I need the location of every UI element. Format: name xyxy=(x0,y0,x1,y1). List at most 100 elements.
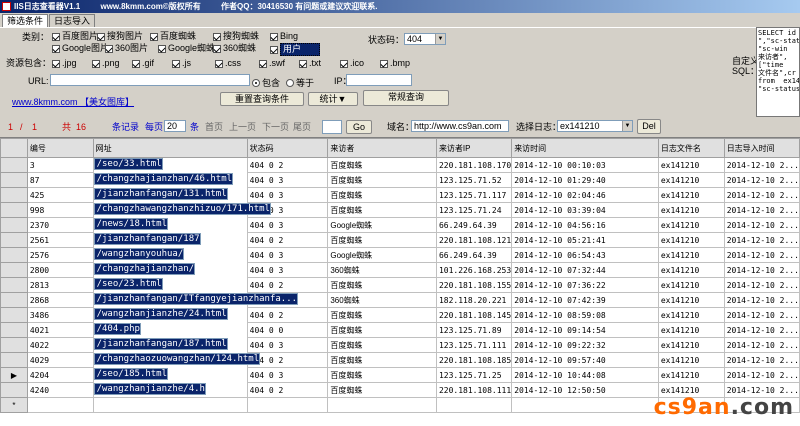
table-cell[interactable]: 百度蜘蛛 xyxy=(327,367,437,383)
table-cell[interactable]: 220.181.108.170 xyxy=(435,157,513,173)
per-page-input[interactable]: 20 xyxy=(164,120,186,132)
table-cell[interactable]: ex141210 xyxy=(657,307,725,323)
column-header[interactable]: 日志导入时间 xyxy=(723,138,800,158)
table-cell[interactable]: 360蜘蛛 xyxy=(327,292,437,308)
match-equals-radio[interactable]: 等于 xyxy=(286,76,314,89)
table-cell[interactable]: 360蜘蛛 xyxy=(327,262,437,278)
category-checkbox[interactable]: 用户 xyxy=(270,43,321,56)
table-cell[interactable]: Google蜘蛛 xyxy=(327,247,437,263)
column-header[interactable]: 状态码 xyxy=(246,138,329,158)
custom-sql-textarea[interactable]: SELECT id ","sc-stat "sc-win 来访者", ["tim… xyxy=(756,27,800,117)
table-cell[interactable]: ex141210 xyxy=(657,232,725,248)
go-button[interactable]: Go xyxy=(346,120,372,134)
table-cell[interactable]: 2014-12-10 2... xyxy=(723,367,800,383)
table-cell[interactable]: 4204 xyxy=(26,367,94,383)
table-cell[interactable]: ex141210 xyxy=(657,292,725,308)
table-cell[interactable]: 220.181.108.185 xyxy=(435,352,513,368)
table-cell[interactable]: 66.249.64.39 xyxy=(435,217,513,233)
table-cell[interactable]: 2014-12-10 07:36:22 xyxy=(511,277,659,293)
table-cell[interactable]: 2868 xyxy=(26,292,94,308)
table-cell[interactable]: 2014-12-10 2... xyxy=(723,277,800,293)
table-cell[interactable]: /jianzhanfangan/131.html xyxy=(93,187,228,200)
table-cell[interactable]: ex141210 xyxy=(657,367,725,383)
table-cell[interactable]: 404 0 3 xyxy=(246,172,329,188)
go-page-input[interactable] xyxy=(322,120,342,134)
table-cell[interactable]: 4021 xyxy=(26,322,94,338)
table-cell[interactable]: Google蜘蛛 xyxy=(327,217,437,233)
stats-button[interactable]: 统计▼ xyxy=(308,92,358,106)
table-cell[interactable]: 2014-12-10 2... xyxy=(723,292,800,308)
table-cell[interactable]: 2014-12-10 05:21:41 xyxy=(511,232,659,248)
table-cell[interactable] xyxy=(327,397,437,413)
table-cell[interactable]: ex141210 xyxy=(657,202,725,218)
reset-button[interactable]: 重置查询条件 xyxy=(220,92,304,106)
table-cell[interactable]: 2014-12-10 2... xyxy=(723,217,800,233)
tab-filter[interactable]: 筛选条件 xyxy=(2,14,49,27)
column-header[interactable]: 编号 xyxy=(26,138,94,158)
table-cell[interactable]: 4022 xyxy=(26,337,94,353)
table-cell[interactable]: /wangzhanjianzhe/4.h xyxy=(93,382,206,395)
table-cell[interactable]: 404 0 3 xyxy=(246,247,329,263)
table-cell[interactable] xyxy=(26,397,94,413)
table-cell[interactable]: 404 0 2 xyxy=(246,307,329,323)
query-button[interactable]: 常规查询 xyxy=(363,90,449,106)
resource-checkbox[interactable]: .gif xyxy=(132,58,154,69)
table-cell[interactable]: ex141210 xyxy=(657,337,725,353)
row-header[interactable] xyxy=(0,157,28,173)
table-cell[interactable]: ex141210 xyxy=(657,187,725,203)
table-cell[interactable]: 2014-12-10 10:44:08 xyxy=(511,367,659,383)
table-row[interactable]: 4022/jianzhanfangan/187.html 404 0 3 百度蜘蛛 1… xyxy=(0,337,800,353)
table-cell[interactable]: 425 xyxy=(26,187,94,203)
resource-checkbox[interactable]: .bmp xyxy=(380,58,410,69)
table-cell[interactable]: 2014-12-10 12:50:50 xyxy=(511,382,659,398)
resource-checkbox[interactable]: .css xyxy=(215,58,241,69)
table-cell[interactable]: 2014-12-10 01:29:40 xyxy=(511,172,659,188)
table-cell[interactable]: ex141210 xyxy=(657,352,725,368)
match-contains-radio[interactable]: 包含 xyxy=(252,76,280,89)
row-header[interactable]: ▶ xyxy=(0,367,28,383)
table-cell[interactable]: /news/18.html xyxy=(93,217,169,230)
resource-checkbox[interactable]: .jpg xyxy=(52,58,77,69)
table-cell[interactable]: 百度蜘蛛 xyxy=(327,172,437,188)
table-cell[interactable]: 123.125.71.24 xyxy=(435,202,513,218)
table-row[interactable]: 3/seo/33.html 404 0 2 百度蜘蛛 220.181.108.170 2… xyxy=(0,157,800,173)
row-header[interactable] xyxy=(0,187,28,203)
column-header[interactable]: 来访时间 xyxy=(511,138,659,158)
table-cell[interactable]: /jianzhanfangan/ITfangyejianzhanfa... xyxy=(93,292,299,305)
table-cell[interactable]: 220.181.108.145 xyxy=(435,307,513,323)
table-cell[interactable]: /404.php xyxy=(93,322,141,335)
domain-input[interactable]: http://www.cs9an.com xyxy=(411,120,509,132)
table-cell[interactable]: 2014-12-10 2... xyxy=(723,232,800,248)
resource-checkbox[interactable]: .swf xyxy=(259,58,285,69)
table-cell[interactable]: 404 0 3 xyxy=(246,187,329,203)
table-cell[interactable]: 220.181.108.111 xyxy=(435,382,513,398)
table-cell[interactable]: 百度蜘蛛 xyxy=(327,187,437,203)
table-cell[interactable]: 4029 xyxy=(26,352,94,368)
log-select[interactable]: ex141210 ▼ xyxy=(557,120,633,132)
table-row[interactable]: ▶ 4204/seo/185.html 404 0 3 百度蜘蛛 123.125.71.… xyxy=(0,367,800,383)
table-cell[interactable]: 66.249.64.39 xyxy=(435,247,513,263)
site-link[interactable]: www.8kmm.com 【美女图库】 xyxy=(12,97,134,108)
category-checkbox[interactable]: Google蜘蛛 xyxy=(158,43,215,54)
table-row[interactable]: 2576/wangzhanyouhua/404 0 3 Google蜘蛛 66.24… xyxy=(0,247,800,263)
table-cell[interactable]: 4240 xyxy=(26,382,94,398)
table-cell[interactable]: 2014-12-10 08:59:08 xyxy=(511,307,659,323)
table-cell[interactable]: ex141210 xyxy=(657,322,725,338)
resource-checkbox[interactable]: .txt xyxy=(299,58,321,69)
table-cell[interactable]: 404 0 3 xyxy=(246,337,329,353)
tab-log-import[interactable]: 日志导入 xyxy=(49,14,96,27)
table-cell[interactable]: 百度蜘蛛 xyxy=(327,337,437,353)
table-cell[interactable] xyxy=(246,397,329,413)
table-cell[interactable]: 2014-12-10 2... xyxy=(723,172,800,188)
table-cell[interactable]: /jianzhanfangan/187.html xyxy=(93,337,228,350)
table-row[interactable]: 2813/seo/23.html 404 0 2 百度蜘蛛 220.181.108.1… xyxy=(0,277,800,293)
table-cell[interactable]: ex141210 xyxy=(657,217,725,233)
table-cell[interactable]: 2014-12-10 2... xyxy=(723,307,800,323)
table-cell[interactable]: 百度蜘蛛 xyxy=(327,232,437,248)
row-header[interactable] xyxy=(0,262,28,278)
column-header[interactable]: 日志文件名 xyxy=(657,138,725,158)
table-cell[interactable]: 404 0 3 xyxy=(246,367,329,383)
table-cell[interactable]: /changzhajianzhan/ xyxy=(93,262,196,275)
table-cell[interactable]: 2014-12-10 2... xyxy=(723,352,800,368)
resource-checkbox[interactable]: .js xyxy=(172,58,191,69)
